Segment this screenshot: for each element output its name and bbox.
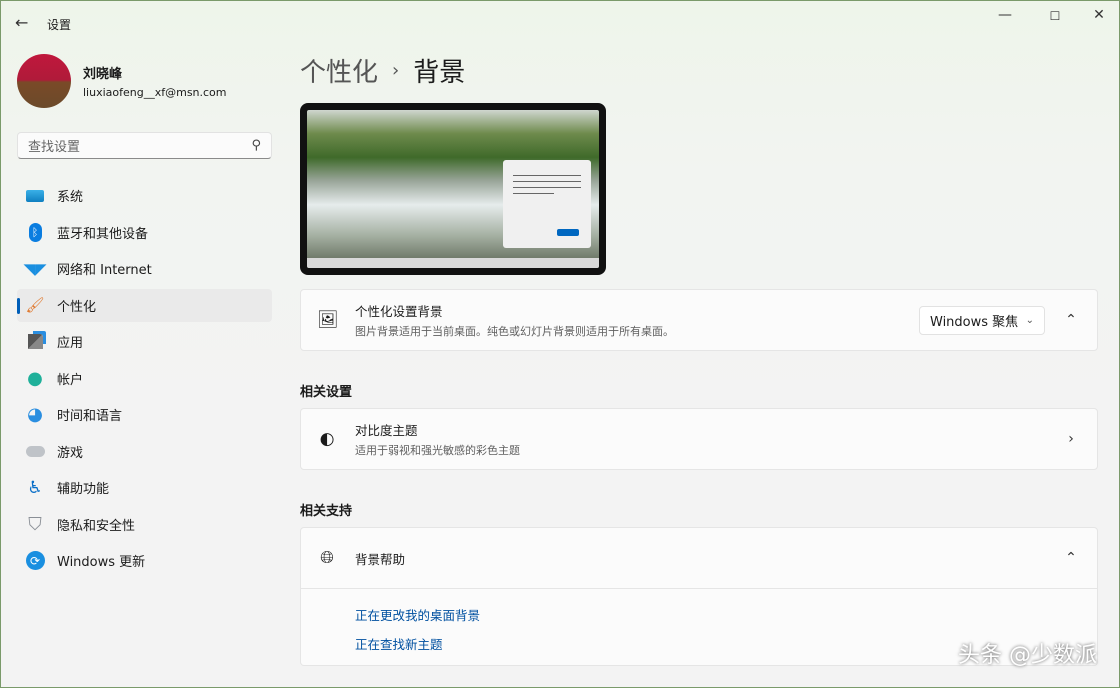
- contrast-themes-card[interactable]: ◐ 对比度主题适用于弱视和强光敏感的彩色主题 ›: [300, 408, 1098, 470]
- sidebar-item-personalization[interactable]: 🖌 个性化: [17, 288, 272, 322]
- close-button[interactable]: ✕: [1079, 7, 1119, 23]
- sidebar-item-time-language[interactable]: ◕ 时间和语言: [17, 398, 272, 431]
- sidebar-item-label: 帐户: [57, 372, 84, 388]
- main-content: 个性化 › 背景 🖼︎ 个性化设置背景图片背景适用于当前桌面。纯色或幻灯片背景则…: [300, 51, 1098, 666]
- user-name: 刘晓峰: [83, 67, 123, 82]
- related-settings-heading: 相关设置: [300, 385, 353, 400]
- apps-icon: [25, 332, 45, 352]
- help-link[interactable]: 正在更改我的桌面背景: [355, 605, 1043, 624]
- bluetooth-icon: ᛒ: [25, 222, 45, 242]
- wifi-icon: ◥◤: [23, 259, 47, 278]
- sidebar-item-system[interactable]: 系统: [17, 179, 272, 212]
- sidebar-item-label: 蓝牙和其他设备: [57, 226, 149, 242]
- desktop-preview: [300, 103, 606, 275]
- background-help-card[interactable]: 🌐︎ 背景帮助 ⌃: [300, 527, 1098, 589]
- brush-icon: 🖌: [25, 296, 45, 314]
- breadcrumb-parent[interactable]: 个性化: [300, 52, 378, 89]
- sidebar-item-label: 游戏: [57, 445, 84, 461]
- related-support-heading: 相关支持: [300, 504, 353, 519]
- back-arrow-icon[interactable]: ←: [15, 13, 28, 32]
- user-profile[interactable]: 刘晓峰 liuxiaofeng__xf@msn.com: [17, 54, 227, 108]
- contrast-icon: ◐: [319, 429, 335, 449]
- dropdown-value: Windows 聚焦: [930, 314, 1019, 330]
- breadcrumb: 个性化 › 背景: [300, 51, 1098, 89]
- sidebar-item-label: 时间和语言: [57, 409, 123, 424]
- person-icon: ●: [27, 367, 43, 389]
- background-type-dropdown[interactable]: Windows 聚焦 ⌄: [919, 305, 1045, 335]
- update-icon: ⟳: [25, 551, 45, 571]
- setting-subtitle: 图片背景适用于当前桌面。纯色或幻灯片背景则适用于所有桌面。: [355, 325, 674, 338]
- sidebar-item-label: 网络和 Internet: [57, 263, 152, 278]
- setting-subtitle: 适用于弱视和强光敏感的彩色主题: [355, 444, 520, 457]
- sidebar-item-label: 辅助功能: [57, 482, 110, 497]
- clock-globe-icon: ◕: [27, 404, 43, 425]
- sidebar-item-label: 个性化: [57, 299, 97, 315]
- app-title: 设置: [47, 18, 72, 32]
- title-bar: ← 设置 — ☐ ✕: [1, 1, 1119, 45]
- page-title: 背景: [413, 57, 466, 88]
- sidebar-item-accessibility[interactable]: ♿︎ 辅助功能: [17, 471, 272, 504]
- gamepad-icon: [25, 441, 45, 461]
- setting-title: 对比度主题: [355, 423, 418, 438]
- minimize-button[interactable]: —: [985, 7, 1025, 23]
- chevron-right-icon: ›: [1068, 431, 1074, 447]
- avatar: [17, 54, 71, 108]
- sidebar-item-privacy[interactable]: ⛉ 隐私和安全性: [17, 508, 272, 541]
- chevron-up-icon[interactable]: ⌃: [1061, 312, 1081, 328]
- search-input[interactable]: 查找设置 ⚲: [17, 132, 272, 159]
- shield-icon: ⛉: [28, 513, 42, 535]
- help-link[interactable]: 正在查找新主题: [355, 634, 1043, 653]
- sidebar-item-gaming[interactable]: 游戏: [17, 435, 272, 468]
- sidebar-item-network[interactable]: ◥◤ 网络和 Internet: [17, 252, 272, 285]
- preview-wallpaper: [307, 110, 599, 268]
- accessibility-icon: ♿︎: [27, 477, 43, 498]
- sidebar-nav: 系统 ᛒ 蓝牙和其他设备 ◥◤ 网络和 Internet 🖌 个性化 应用 ● 帐户 ◕…: [17, 179, 272, 581]
- sidebar-item-apps[interactable]: 应用: [17, 325, 272, 358]
- settings-window: ← 设置 — ☐ ✕ 刘晓峰 liuxiaofeng__xf@msn.com 查…: [0, 0, 1120, 688]
- globe-icon: 🌐︎: [320, 548, 334, 568]
- sidebar-item-label: 应用: [57, 336, 84, 351]
- sidebar-item-windows-update[interactable]: ⟳ Windows 更新: [17, 544, 272, 577]
- setting-title: 个性化设置背景: [355, 304, 443, 319]
- setting-title: 背景帮助: [355, 551, 406, 567]
- search-icon[interactable]: ⚲: [251, 138, 261, 153]
- chevron-up-icon[interactable]: ⌃: [1061, 550, 1081, 566]
- sidebar-item-accounts[interactable]: ● 帐户: [17, 362, 272, 395]
- chevron-down-icon: ⌄: [1025, 314, 1034, 326]
- sidebar-item-label: 系统: [57, 190, 84, 205]
- search-placeholder: 查找设置: [28, 140, 81, 155]
- watermark: 头条 @少数派: [958, 643, 1097, 668]
- preview-taskbar: [307, 258, 599, 268]
- user-email: liuxiaofeng__xf@msn.com: [83, 86, 227, 99]
- sidebar-item-label: Windows 更新: [57, 555, 146, 570]
- preview-window: [503, 160, 591, 248]
- sidebar-item-bluetooth[interactable]: ᛒ 蓝牙和其他设备: [17, 216, 272, 249]
- breadcrumb-separator: ›: [392, 59, 400, 81]
- image-icon: 🖼︎: [317, 310, 339, 330]
- background-setting-card[interactable]: 🖼︎ 个性化设置背景 图片背景适用于当前桌面。纯色或幻灯片背景则适用于所有桌面。 …: [300, 289, 1098, 351]
- sidebar-item-label: 隐私和安全性: [57, 518, 136, 534]
- monitor-icon: [25, 186, 45, 206]
- maximize-button[interactable]: ☐: [1035, 9, 1075, 23]
